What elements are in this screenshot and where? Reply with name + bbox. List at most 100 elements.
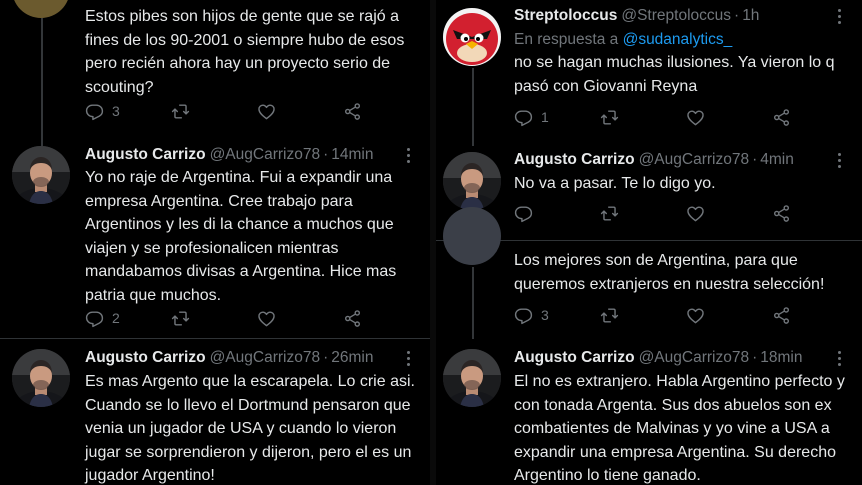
reply-icon (85, 102, 104, 121)
tweet[interactable]: Augusto Carrizo @AugCarrizo78 · 4min No va … (436, 140, 862, 240)
tweet-text: No va a pasar. Te lo digo yo. (514, 175, 716, 192)
user-handle[interactable]: @AugCarrizo78 (210, 146, 321, 163)
heart-icon (686, 204, 705, 223)
avatar[interactable] (443, 8, 501, 66)
avatar[interactable] (443, 152, 501, 210)
share-icon (343, 102, 362, 121)
avatar[interactable] (12, 146, 70, 204)
reply-button[interactable]: 3 (514, 305, 549, 325)
avatar[interactable] (443, 349, 501, 407)
tweet[interactable]: Augusto Carrizo @AugCarrizo78 · 26min Es ma… (0, 339, 430, 485)
like-button[interactable] (257, 308, 276, 328)
retweet-icon (171, 309, 190, 328)
share-icon (772, 108, 791, 127)
share-button[interactable] (343, 101, 362, 121)
tweet[interactable]: Estos pibes son hijos de gente que se ra… (0, 0, 430, 140)
timestamp[interactable]: 1h (742, 7, 759, 24)
display-name[interactable]: Augusto Carrizo (514, 151, 635, 168)
separator-dot: · (323, 349, 329, 366)
retweet-icon (600, 306, 619, 325)
more-icon[interactable] (838, 9, 841, 27)
reply-count: 3 (112, 103, 120, 119)
tweet-text: Estos pibes son hijos de gente que se ra… (85, 8, 405, 96)
retweet-button[interactable] (600, 107, 619, 127)
timestamp[interactable]: 14min (331, 146, 373, 163)
avatar-image (443, 349, 501, 407)
reply-icon (85, 309, 104, 328)
retweet-icon (600, 108, 619, 127)
separator-dot: · (323, 146, 329, 163)
tweet[interactable]: Augusto Carrizo @AugCarrizo78 · 14min Yo no… (0, 140, 430, 338)
user-handle[interactable]: @AugCarrizo78 (639, 349, 750, 366)
reply-mention-link[interactable]: @sudanalytics_ (623, 31, 733, 48)
avatar-image (443, 152, 501, 210)
user-handle[interactable]: @Streptoloccus (621, 7, 731, 24)
heart-icon (257, 102, 276, 121)
more-icon[interactable] (838, 351, 841, 369)
tweet[interactable]: Streptoloccus @Streptoloccus · 1h En respue… (436, 0, 862, 140)
tweet-text: no se hagan muchas ilusiones. Ya vieron … (514, 54, 835, 95)
share-button[interactable] (343, 308, 362, 328)
display-name[interactable]: Augusto Carrizo (85, 349, 206, 366)
timestamp[interactable]: 4min (760, 151, 794, 168)
heart-icon (686, 108, 705, 127)
avatar[interactable] (12, 349, 70, 407)
avatar[interactable] (443, 207, 501, 265)
reply-button[interactable]: 3 (85, 101, 120, 121)
reply-button[interactable] (514, 203, 533, 223)
more-icon[interactable] (407, 351, 410, 369)
angry-bird-avatar-image (443, 8, 501, 66)
tweet[interactable]: Los mejores son de Argentina, para que q… (436, 207, 862, 339)
share-icon (343, 309, 362, 328)
tweet-actions: 3 (85, 101, 415, 121)
thread-line (472, 267, 474, 339)
avatar-image (12, 146, 70, 204)
tweet-header: Augusto Carrizo @AugCarrizo78 · 14min (85, 145, 373, 165)
share-button[interactable] (772, 305, 791, 325)
reply-prefix: En respuesta a (514, 31, 619, 48)
retweet-button[interactable] (600, 305, 619, 325)
reply-count: 1 (541, 109, 549, 125)
share-button[interactable] (772, 107, 791, 127)
more-icon[interactable] (407, 148, 410, 166)
reply-count: 3 (541, 307, 549, 323)
display-name[interactable]: Streptoloccus (514, 7, 617, 24)
retweet-button[interactable] (171, 308, 190, 328)
like-button[interactable] (686, 305, 705, 325)
more-icon[interactable] (838, 153, 841, 171)
heart-icon (257, 309, 276, 328)
retweet-button[interactable] (600, 203, 619, 223)
reply-icon (514, 306, 533, 325)
display-name[interactable]: Augusto Carrizo (85, 146, 206, 163)
avatar-image (12, 349, 70, 407)
reply-button[interactable]: 1 (514, 107, 549, 127)
tweet-actions: 3 (514, 305, 844, 325)
tweet-header: Augusto Carrizo @AugCarrizo78 · 4min (514, 150, 794, 170)
share-icon (772, 204, 791, 223)
reply-count: 2 (112, 310, 120, 326)
tweet-text: Los mejores son de Argentina, para que q… (514, 252, 825, 293)
tweet-header: Streptoloccus @Streptoloccus · 1h (514, 6, 759, 26)
tweet-header: Augusto Carrizo @AugCarrizo78 · 26min (85, 348, 373, 368)
user-handle[interactable]: @AugCarrizo78 (210, 349, 321, 366)
like-button[interactable] (257, 101, 276, 121)
replying-to: En respuesta a @sudanalytics_ (514, 30, 732, 50)
like-button[interactable] (686, 203, 705, 223)
display-name[interactable]: Augusto Carrizo (514, 349, 635, 366)
tweet[interactable]: Augusto Carrizo @AugCarrizo78 · 18min El no… (436, 339, 862, 485)
tweet-actions (514, 203, 844, 223)
share-button[interactable] (772, 203, 791, 223)
tweet-actions: 2 (85, 308, 415, 328)
timestamp[interactable]: 26min (331, 349, 373, 366)
right-thread-panel: Streptoloccus @Streptoloccus · 1h En respue… (436, 0, 862, 485)
user-handle[interactable]: @AugCarrizo78 (639, 151, 750, 168)
retweet-icon (600, 204, 619, 223)
tweet-actions: 1 (514, 107, 844, 127)
like-button[interactable] (686, 107, 705, 127)
tweet-text: El no es extranjero. Habla Argentino per… (514, 373, 845, 484)
reply-button[interactable]: 2 (85, 308, 120, 328)
timestamp[interactable]: 18min (760, 349, 802, 366)
retweet-button[interactable] (171, 101, 190, 121)
heart-icon (686, 306, 705, 325)
separator-dot: · (752, 151, 758, 168)
